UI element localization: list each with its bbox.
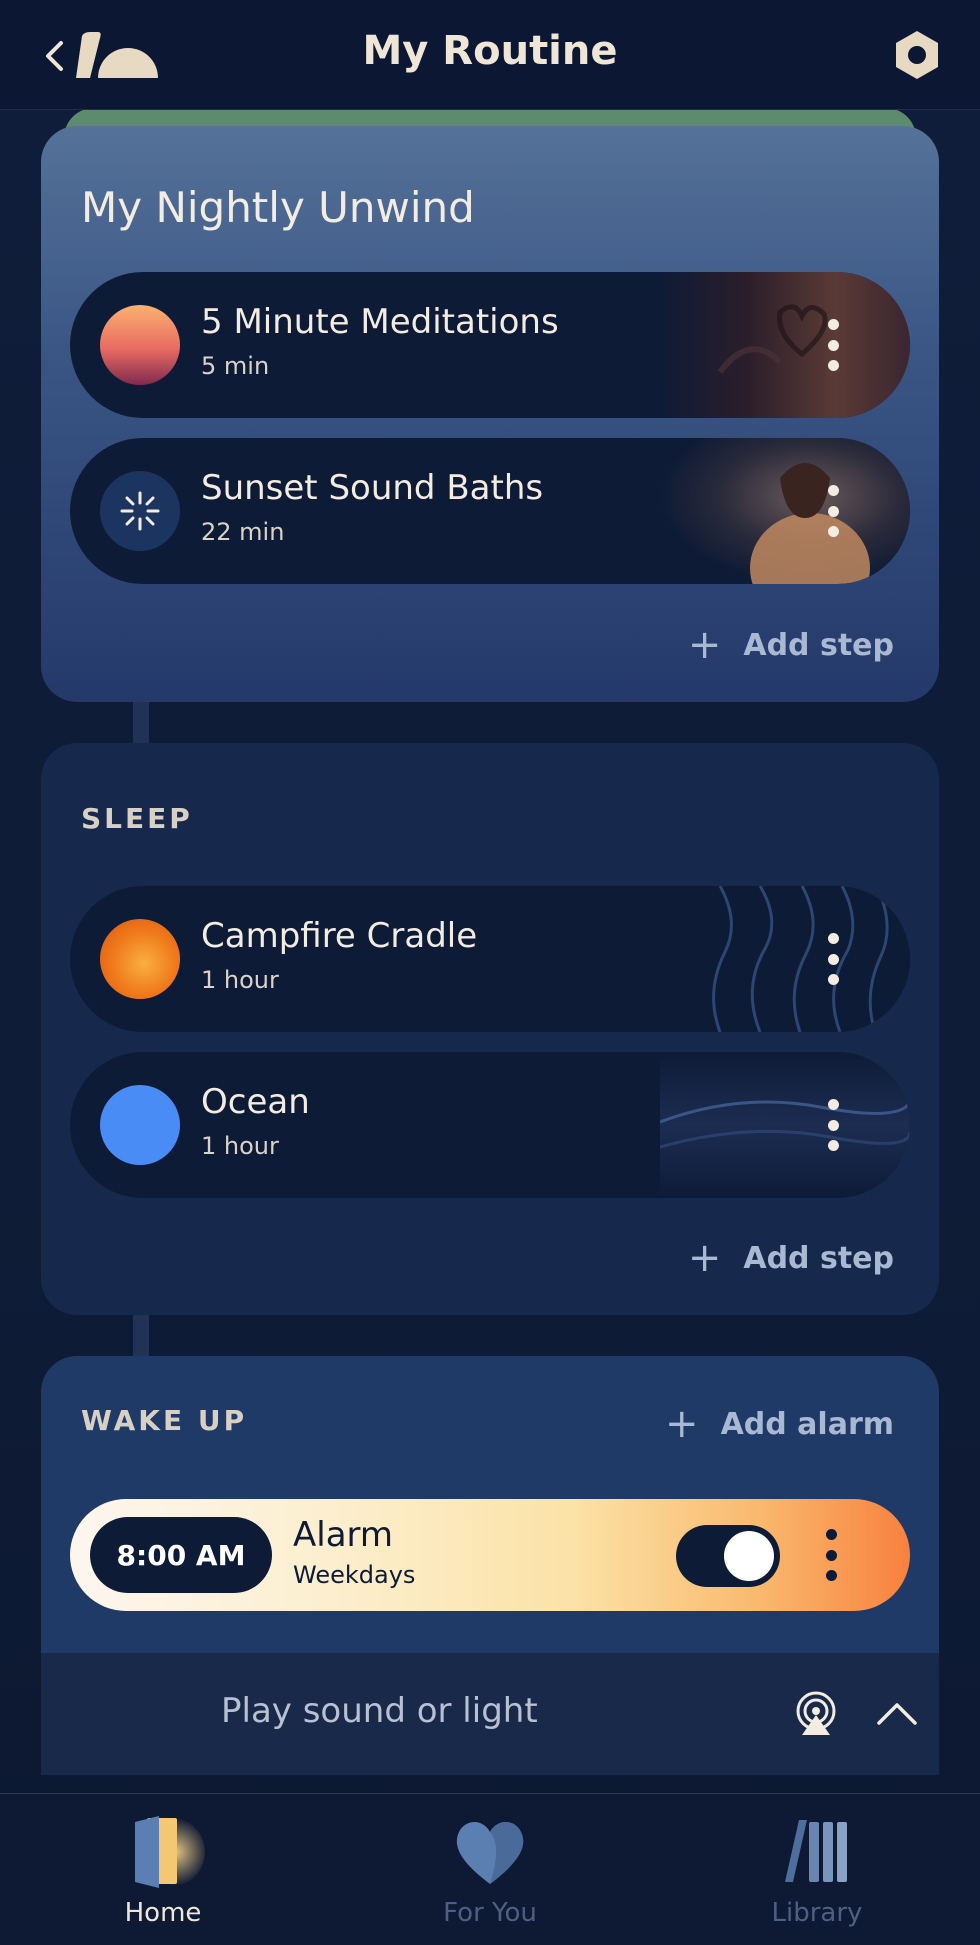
step-name: Campfire Cradle bbox=[201, 916, 478, 956]
list-item[interactable]: Ocean 1 hour bbox=[70, 1052, 910, 1198]
ocean-blue-dot bbox=[100, 1085, 180, 1165]
alarm-days: Weekdays bbox=[293, 1561, 416, 1589]
nav-label-home: Home bbox=[124, 1898, 202, 1928]
alarm-item[interactable]: 8:00 AM Alarm Weekdays bbox=[70, 1499, 910, 1611]
step-duration: 1 hour bbox=[201, 966, 279, 994]
bottom-nav: Home For You Library bbox=[0, 1793, 980, 1945]
list-item[interactable]: Campfire Cradle 1 hour bbox=[70, 886, 910, 1032]
section-label-wake-up: WAKE UP bbox=[81, 1404, 248, 1437]
airplay-icon[interactable] bbox=[792, 1691, 840, 1737]
step-name: 5 Minute Meditations bbox=[201, 302, 559, 342]
list-item[interactable]: 5 Minute Meditations 5 min bbox=[70, 272, 910, 418]
sparkle-icon bbox=[100, 471, 180, 551]
app-root: My Routine My Nightly Unwind 5 Minute Me… bbox=[0, 0, 980, 1945]
plus-icon: + bbox=[665, 1401, 699, 1447]
plus-icon: + bbox=[687, 622, 722, 668]
nav-item-for-you[interactable]: For You bbox=[327, 1794, 653, 1945]
routine-title: My Nightly Unwind bbox=[81, 183, 475, 232]
step-duration: 5 min bbox=[201, 352, 270, 380]
nav-item-home[interactable]: Home bbox=[0, 1794, 326, 1945]
more-options-icon[interactable] bbox=[826, 933, 840, 985]
plus-icon: + bbox=[687, 1235, 722, 1281]
library-books-icon bbox=[785, 1820, 847, 1882]
more-options-icon[interactable] bbox=[826, 1099, 840, 1151]
door-icon bbox=[135, 1816, 205, 1888]
step-duration: 1 hour bbox=[201, 1132, 279, 1160]
alarm-name: Alarm bbox=[293, 1515, 394, 1555]
more-options-icon[interactable] bbox=[826, 319, 840, 371]
add-alarm-label: Add alarm bbox=[720, 1406, 894, 1442]
sunset-gradient-dot bbox=[100, 305, 180, 385]
step-duration: 22 min bbox=[201, 518, 285, 546]
more-options-icon[interactable] bbox=[826, 485, 840, 537]
player-label[interactable]: Play sound or light bbox=[221, 1691, 538, 1731]
step-thumbnail bbox=[660, 272, 910, 418]
header: My Routine bbox=[0, 0, 980, 110]
chevron-up-icon[interactable] bbox=[875, 1697, 919, 1729]
add-alarm-button[interactable]: + Add alarm bbox=[665, 1404, 894, 1444]
step-thumbnail bbox=[660, 886, 910, 1032]
step-thumbnail bbox=[660, 1052, 910, 1198]
add-step-button[interactable]: + Add step bbox=[688, 625, 894, 665]
page-title: My Routine bbox=[362, 28, 618, 74]
player-bar[interactable]: Play sound or light bbox=[41, 1653, 939, 1775]
heart-icon bbox=[456, 1821, 524, 1884]
nav-label-library: Library bbox=[771, 1898, 863, 1928]
alarm-toggle[interactable] bbox=[676, 1525, 780, 1587]
nav-label-for-you: For You bbox=[443, 1898, 537, 1928]
list-item[interactable]: Sunset Sound Baths 22 min bbox=[70, 438, 910, 584]
add-step-label: Add step bbox=[743, 1240, 894, 1276]
add-step-button[interactable]: + Add step bbox=[688, 1238, 894, 1278]
step-thumbnail bbox=[660, 438, 910, 584]
campfire-orange-dot bbox=[100, 919, 180, 999]
step-name: Sunset Sound Baths bbox=[201, 468, 544, 508]
toggle-knob bbox=[724, 1531, 774, 1581]
add-step-label: Add step bbox=[743, 627, 894, 663]
nav-item-library[interactable]: Library bbox=[654, 1794, 980, 1945]
alarm-time[interactable]: 8:00 AM bbox=[90, 1517, 272, 1593]
section-label-sleep: SLEEP bbox=[81, 802, 193, 835]
more-options-icon[interactable] bbox=[824, 1529, 838, 1581]
step-name: Ocean bbox=[201, 1082, 310, 1122]
hexagon-settings-icon[interactable] bbox=[892, 29, 942, 81]
